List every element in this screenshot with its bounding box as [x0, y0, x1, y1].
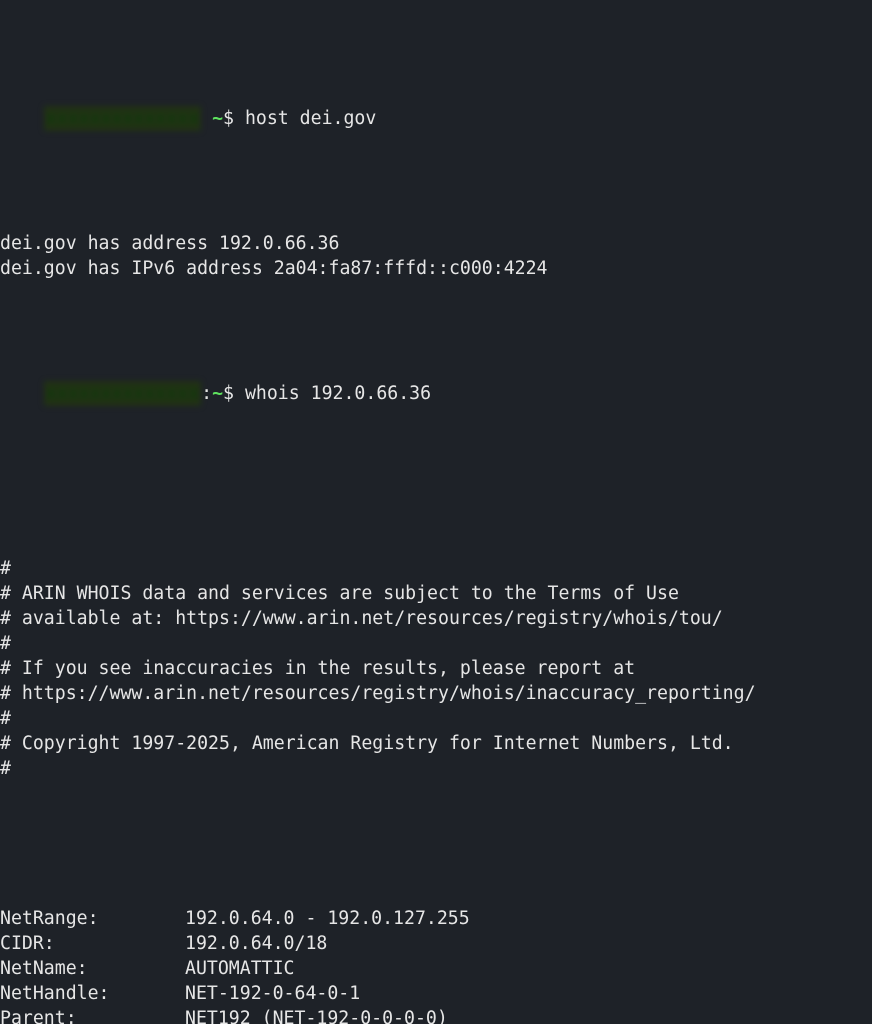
whois-header-line: #: [0, 756, 872, 781]
whois-net-field: CIDR:192.0.64.0/18: [0, 931, 872, 956]
prompt-marker: $: [223, 108, 245, 129]
whois-field-value: 192.0.64.0/18: [185, 931, 872, 956]
host-output-line: dei.gov has address 192.0.66.36: [0, 231, 872, 256]
whois-net-block: NetRange:192.0.64.0 - 192.0.127.255CIDR:…: [0, 906, 872, 1024]
prompt-host-masked: xxxxxxxxxxxxxx: [44, 381, 201, 406]
whois-header-line: [0, 781, 872, 806]
whois-header: ## ARIN WHOIS data and services are subj…: [0, 506, 872, 831]
prompt-line: xxxxxxxxxxxxxx ~$ host dei.gov: [0, 81, 872, 156]
whois-field-label: Parent:: [0, 1006, 185, 1024]
whois-header-line: # https://www.arin.net/resources/registr…: [0, 681, 872, 706]
whois-header-line: # Copyright 1997-2025, American Registry…: [0, 731, 872, 756]
prompt-marker: $: [223, 383, 245, 404]
whois-field-value: NET-192-0-64-0-1: [185, 981, 872, 1006]
whois-net-field: NetHandle:NET-192-0-64-0-1: [0, 981, 872, 1006]
whois-net-field: NetRange:192.0.64.0 - 192.0.127.255: [0, 906, 872, 931]
whois-header-line: [0, 531, 872, 556]
command-whois: whois 192.0.66.36: [245, 383, 431, 404]
whois-field-label: NetName:: [0, 956, 185, 981]
whois-header-line: #: [0, 556, 872, 581]
whois-header-line: [0, 806, 872, 831]
whois-field-label: CIDR:: [0, 931, 185, 956]
whois-net-field: NetName:AUTOMATTIC: [0, 956, 872, 981]
host-output: dei.gov has address 192.0.66.36dei.gov h…: [0, 231, 872, 281]
prompt-cwd: ~: [201, 108, 223, 129]
whois-net-field: Parent:NET192 (NET-192-0-0-0-0): [0, 1006, 872, 1024]
whois-field-value: 192.0.64.0 - 192.0.127.255: [185, 906, 872, 931]
terminal[interactable]: xxxxxxxxxxxxxx ~$ host dei.gov dei.gov h…: [0, 0, 872, 1024]
whois-header-line: #: [0, 631, 872, 656]
whois-field-value: NET192 (NET-192-0-0-0-0): [185, 1006, 872, 1024]
prompt-cwd: ~: [212, 383, 223, 404]
whois-header-line: # If you see inaccuracies in the results…: [0, 656, 872, 681]
whois-header-line: # available at: https://www.arin.net/res…: [0, 606, 872, 631]
whois-field-label: NetRange:: [0, 906, 185, 931]
whois-header-line: #: [0, 706, 872, 731]
whois-field-label: NetHandle:: [0, 981, 185, 1006]
whois-header-line: [0, 506, 872, 531]
prompt-host-masked: xxxxxxxxxxxxxx: [44, 106, 201, 131]
host-output-line: dei.gov has IPv6 address 2a04:fa87:fffd:…: [0, 256, 872, 281]
command-host: host dei.gov: [245, 108, 376, 129]
prompt-sep: :: [201, 383, 212, 404]
whois-header-line: # ARIN WHOIS data and services are subje…: [0, 581, 872, 606]
whois-field-value: AUTOMATTIC: [185, 956, 872, 981]
prompt-line: xxxxxxxxxxxxxx:~$ whois 192.0.66.36: [0, 356, 872, 431]
